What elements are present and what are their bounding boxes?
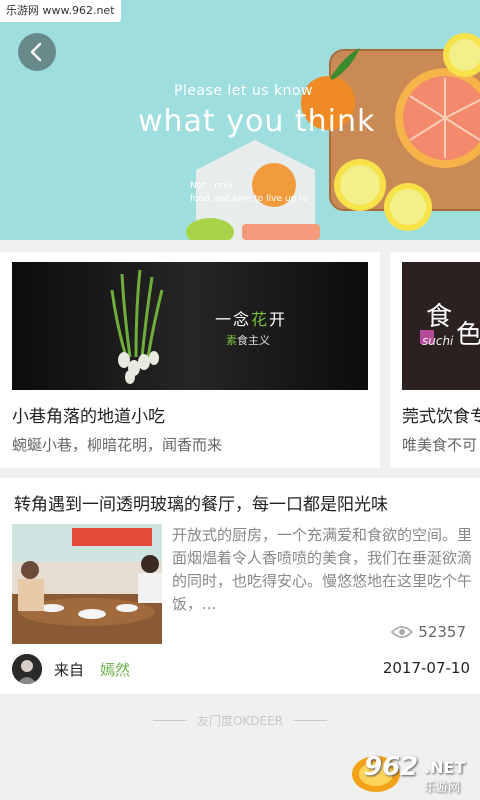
article-excerpt: 开放式的厨房，一个充满爱和食欲的空间。里面烟煴着令人香喷喷的美食，我们在垂涎欲滴… <box>172 526 472 613</box>
author-name[interactable]: 嫣然 <box>100 659 130 680</box>
card-title: 莞式饮食专 <box>402 407 480 427</box>
hero-caption-line1: Not · only <box>190 181 234 191</box>
hero-subtitle: Please let us know <box>174 83 313 99</box>
card-image-char-a: 食 <box>426 302 453 332</box>
footer-brand-text: 友门度OKDEER <box>196 714 284 728</box>
feature-card-2[interactable]: 食 色 suchi 莞式饮食专 唯美食不可 <box>390 252 480 468</box>
hero-caption-line2: food and love to live up to <box>190 194 309 204</box>
chevron-left-icon <box>30 42 42 62</box>
hero-title: what you think <box>138 104 376 139</box>
card-image-caption-2: 素食主义 <box>226 334 270 347</box>
site-logo-sub: 乐游网 <box>424 780 461 794</box>
author-row: 来自 嫣然 2017-07-10 <box>12 654 470 686</box>
avatar[interactable] <box>12 654 42 684</box>
site-watermark-top: 乐游网 www.962.net <box>0 0 121 22</box>
card-image: 一念花开 素食主义 <box>12 262 368 390</box>
article-title: 转角遇到一间透明玻璃的餐厅，每一口都是阳光味 <box>14 495 388 515</box>
site-logo-suffix: .NET <box>424 758 466 777</box>
scallion-illustration <box>12 262 368 390</box>
eye-icon <box>391 626 414 638</box>
from-label: 来自 <box>54 661 85 679</box>
article-image <box>12 524 162 644</box>
restaurant-photo <box>12 524 162 644</box>
article-item[interactable]: 转角遇到一间透明玻璃的餐厅，每一口都是阳光味 开放式的厨房，一个充满爱和食欲的空… <box>0 478 480 694</box>
card-image-caption-1: 一念花开 <box>215 310 288 329</box>
card-image-char-c: suchi <box>422 334 454 348</box>
divider <box>152 720 187 721</box>
card-image: 食 色 suchi <box>402 262 480 390</box>
back-button[interactable] <box>18 33 56 71</box>
hero-banner: Please let us know what you think Not · … <box>0 0 480 240</box>
site-watermark-bottom: 962 .NET 乐游网 <box>346 750 474 796</box>
card-image-char-b: 色 <box>456 320 480 350</box>
divider <box>293 720 328 721</box>
card-title: 小巷角落的地道小吃 <box>12 407 165 427</box>
card-description: 蜿蜒小巷，柳暗花明，闻香而来 <box>12 436 223 454</box>
card-description: 唯美食不可 <box>402 436 478 454</box>
site-logo-number: 962 <box>364 752 419 782</box>
publish-date: 2017-07-10 <box>382 659 470 677</box>
feature-card-1[interactable]: 一念花开 素食主义 小巷角落的地道小吃 蜿蜒小巷，柳暗花明，闻香而来 <box>0 252 380 468</box>
hero-caption: Not · only food and love to live up to <box>190 180 308 206</box>
view-count: 52357 <box>391 623 466 641</box>
avatar-image <box>12 654 42 684</box>
footer-brand: 友门度OKDEER <box>0 712 480 729</box>
view-count-value: 52357 <box>418 623 466 641</box>
